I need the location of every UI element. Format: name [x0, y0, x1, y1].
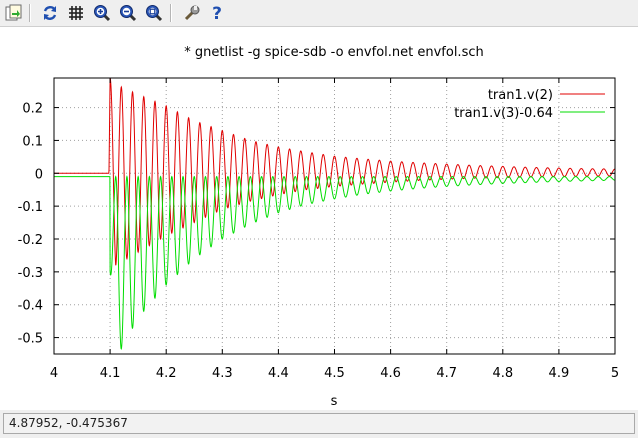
- zoom-fit-icon[interactable]: [144, 3, 164, 23]
- x-tick-label: 5: [611, 366, 619, 381]
- y-tick-label: 0.1: [22, 134, 43, 149]
- y-tick-label: 0.2: [22, 102, 43, 117]
- x-axis-label: s: [331, 394, 338, 409]
- x-tick-label: 4.4: [268, 366, 289, 381]
- x-tick-label: 4: [50, 366, 58, 381]
- toolbar: ?: [0, 0, 638, 27]
- zoom-in-icon[interactable]: [92, 3, 112, 23]
- settings-wrench-icon[interactable]: [182, 3, 202, 23]
- x-tick-label: 4.1: [100, 366, 121, 381]
- toolbar-separator: [29, 4, 31, 22]
- x-tick-label: 4.8: [492, 366, 513, 381]
- help-icon[interactable]: ?: [207, 3, 227, 23]
- x-tick-label: 4.5: [324, 366, 345, 381]
- y-tick-label: -0.4: [18, 299, 43, 314]
- legend: tran1.v(2) tran1.v(3)-0.64: [454, 88, 605, 121]
- y-tick-label: -0.3: [18, 266, 43, 281]
- y-tick-label: -0.2: [18, 233, 43, 248]
- y-tick-label: 0: [35, 167, 43, 182]
- legend-label: tran1.v(2): [488, 88, 553, 103]
- zoom-out-icon[interactable]: [118, 3, 138, 23]
- plot-area[interactable]: * gnetlist -g spice-sdb -o envfol.net en…: [0, 27, 638, 410]
- x-tick-label: 4.7: [436, 366, 457, 381]
- chart-title: * gnetlist -g spice-sdb -o envfol.net en…: [184, 45, 483, 60]
- chart[interactable]: * gnetlist -g spice-sdb -o envfol.net en…: [0, 27, 638, 410]
- x-tick-label: 4.6: [380, 366, 401, 381]
- svg-text:?: ?: [212, 4, 222, 22]
- legend-label: tran1.v(3)-0.64: [454, 106, 553, 121]
- x-tick-label: 4.3: [212, 366, 233, 381]
- toolbar-separator: [170, 4, 172, 22]
- refresh-icon[interactable]: [40, 3, 60, 23]
- x-tick-label: 4.9: [549, 366, 570, 381]
- status-bar: 4.87952, -0.475367: [0, 410, 638, 438]
- export-icon[interactable]: [4, 3, 24, 23]
- y-tick-label: -0.5: [18, 332, 43, 347]
- grid-icon[interactable]: [66, 3, 86, 23]
- y-tick-label: -0.1: [18, 200, 43, 215]
- x-tick-label: 4.2: [156, 366, 177, 381]
- cursor-coordinates: 4.87952, -0.475367: [3, 413, 635, 434]
